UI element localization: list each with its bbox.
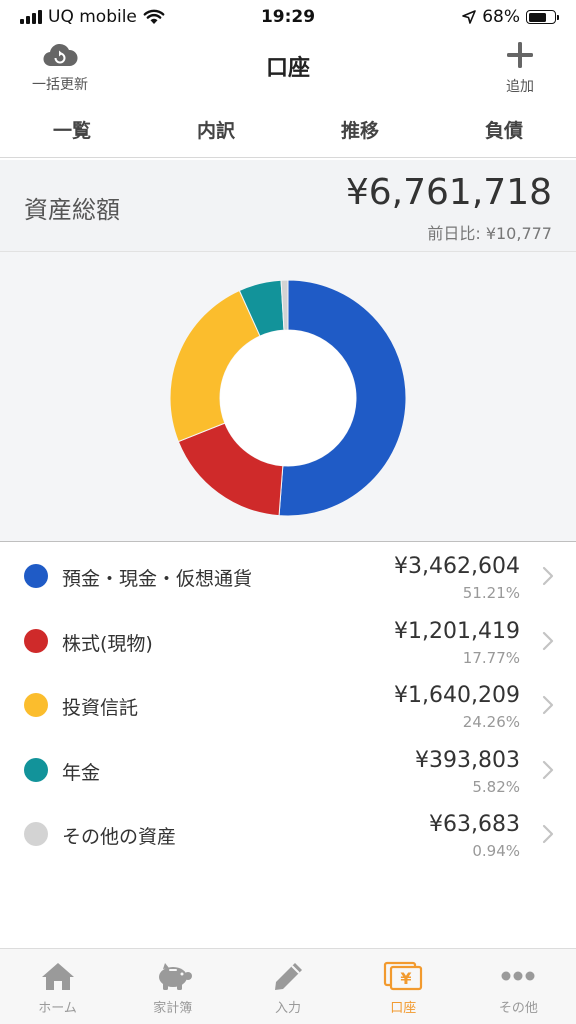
category-label: その他の資産 [62, 826, 177, 848]
chart-area [0, 252, 576, 542]
asset-category-list: 預金・現金・仮想通貨 ¥3,462,604 51.21% 株式(現物) ¥1,2… [0, 544, 576, 867]
tabbar-label: 家計簿 [153, 1001, 193, 1016]
location-arrow-icon [462, 10, 477, 24]
legend-dot [24, 693, 48, 717]
total-assets-panel: 資産総額 ¥6,761,718 前日比: ¥10,777 [0, 160, 576, 252]
category-amount: ¥393,803 [415, 747, 520, 773]
chevron-right-icon [542, 760, 554, 779]
list-item[interactable]: 預金・現金・仮想通貨 ¥3,462,604 51.21% [0, 544, 576, 609]
list-item[interactable]: 投資信託 ¥1,640,209 24.26% [0, 673, 576, 738]
tab-breakdown[interactable]: 内訳 [144, 98, 288, 157]
home-icon [41, 963, 74, 990]
category-percent: 24.26% [462, 713, 520, 731]
category-label: 投資信託 [62, 697, 139, 719]
more-icon [501, 971, 535, 981]
yen-cards-icon: ¥ [384, 961, 423, 991]
tabbar-household[interactable]: 家計簿 [115, 949, 230, 1024]
tab-liabilities[interactable]: 負債 [432, 98, 576, 157]
legend-dot [24, 822, 48, 846]
plus-icon [507, 42, 533, 68]
category-percent: 5.82% [472, 777, 520, 796]
status-left: UQ mobile [20, 7, 165, 27]
battery-percent: 68% [482, 7, 520, 27]
category-amount: ¥1,640,209 [394, 683, 520, 708]
legend-dot [24, 628, 48, 653]
donut-chart [169, 279, 407, 517]
chevron-right-icon [542, 631, 554, 650]
tabbar-accounts[interactable]: ¥ 口座 [346, 949, 461, 1024]
status-bar: UQ mobile 19:29 68% [0, 0, 576, 34]
category-percent: 17.77% [462, 648, 520, 667]
tabbar-label: ホーム [38, 1001, 77, 1016]
total-assets-value: ¥6,761,718 [345, 172, 552, 213]
chevron-right-icon [542, 695, 554, 715]
category-percent: 0.94% [472, 842, 520, 860]
wifi-icon [143, 9, 165, 24]
category-label: 預金・現金・仮想通貨 [62, 568, 253, 590]
total-assets-label: 資産総額 [24, 196, 120, 224]
tab-list[interactable]: 一覧 [0, 98, 144, 157]
tabbar-label: その他 [498, 1001, 538, 1016]
tabbar-label: 口座 [390, 1001, 417, 1016]
list-item[interactable]: その他の資産 ¥63,683 0.94% [0, 802, 576, 867]
donut-hole [220, 330, 356, 466]
add-label: 追加 [506, 79, 534, 95]
pencil-icon [275, 963, 302, 990]
battery-fill [528, 12, 546, 22]
list-item[interactable]: 年金 ¥393,803 5.82% [0, 738, 576, 803]
bottom-tab-bar: ホーム 家計簿 入力 ¥ 口座 その他 [0, 948, 576, 1024]
tab-trend[interactable]: 推移 [288, 98, 432, 157]
chevron-right-icon [542, 566, 554, 586]
tabbar-home[interactable]: ホーム [0, 949, 115, 1024]
category-label: 年金 [62, 761, 101, 784]
total-assets-diff: 前日比: ¥10,777 [427, 224, 552, 243]
tabbar-input[interactable]: 入力 [230, 949, 345, 1024]
category-amount: ¥63,683 [429, 812, 520, 837]
add-button[interactable]: 追加 [488, 40, 552, 96]
battery-icon [526, 10, 559, 24]
category-amount: ¥1,201,419 [394, 618, 520, 644]
status-time: 19:29 [260, 7, 316, 27]
category-percent: 51.21% [462, 584, 520, 602]
legend-dot [24, 564, 48, 588]
status-right: 68% [462, 7, 559, 27]
tabbar-label: 入力 [275, 1001, 302, 1016]
category-label: 株式(現物) [62, 632, 153, 655]
svg-text:¥: ¥ [401, 969, 412, 988]
chevron-right-icon [542, 824, 554, 844]
nav-header: 一括更新 口座 追加 [0, 36, 576, 96]
signal-icon [20, 10, 42, 24]
piggy-bank-icon [158, 963, 192, 990]
carrier-name: UQ mobile [48, 7, 137, 27]
segment-tabs: 一覧 内訳 推移 負債 [0, 98, 576, 158]
tabbar-more[interactable]: その他 [461, 949, 576, 1024]
list-item[interactable]: 株式(現物) ¥1,201,419 17.77% [0, 609, 576, 674]
category-amount: ¥3,462,604 [394, 554, 520, 579]
legend-dot [24, 757, 48, 782]
